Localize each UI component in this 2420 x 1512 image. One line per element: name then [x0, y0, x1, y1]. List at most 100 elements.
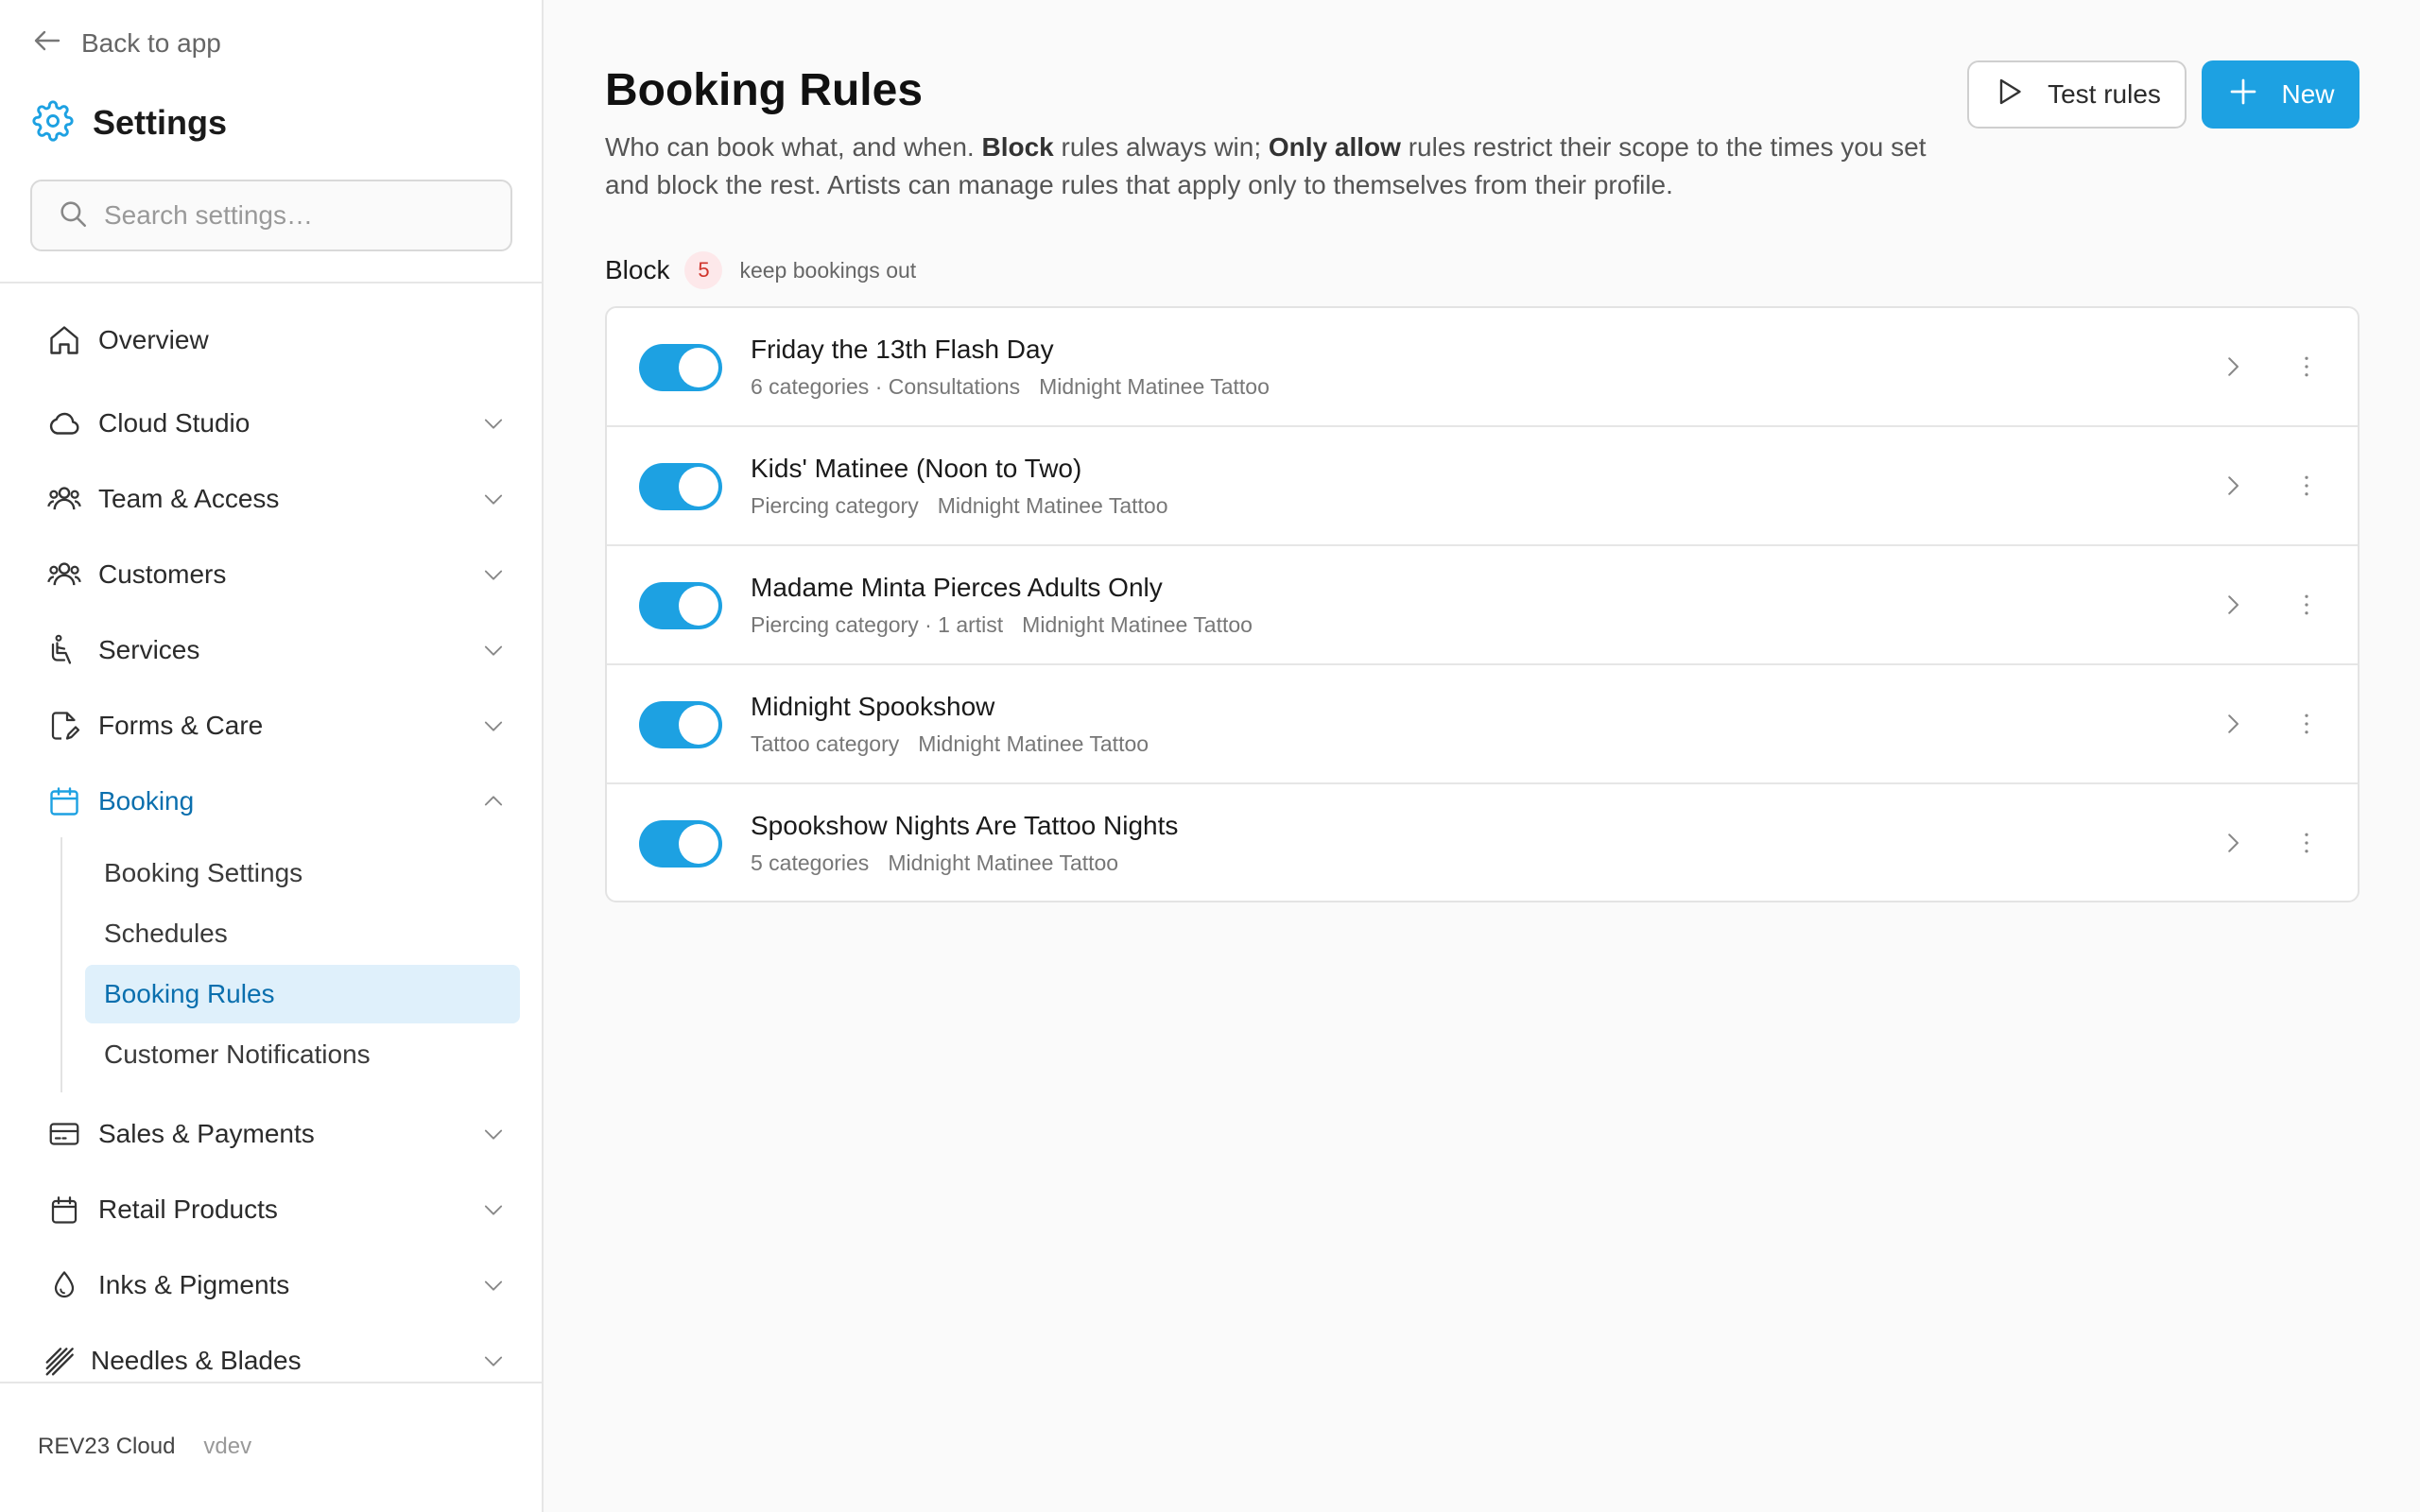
rule-scope: 5 categories	[751, 850, 870, 875]
sidebar-item-label: Retail Products	[98, 1194, 278, 1224]
sidebar-item-label: Team & Access	[98, 484, 280, 513]
sidebar-item-needles-blades[interactable]: Needles & Blades	[42, 1338, 509, 1383]
users-icon	[45, 556, 83, 593]
more-vertical-icon[interactable]	[2286, 346, 2327, 387]
sidebar-subitem-booking-settings[interactable]: Booking Settings	[85, 844, 520, 902]
search-box[interactable]	[30, 180, 512, 251]
sidebar-item-label: Inks & Pigments	[98, 1270, 290, 1299]
rule-name: Midnight Spookshow	[751, 692, 995, 721]
chevron-down-icon	[478, 408, 509, 438]
sidebar-subitem-schedules[interactable]: Schedules	[85, 904, 520, 963]
credit-card-icon	[45, 1115, 83, 1153]
sidebar-divider	[0, 282, 544, 284]
app-version: vdev	[203, 1434, 252, 1459]
sidebar-item-label: Customers	[98, 559, 227, 589]
rule-enabled-toggle[interactable]	[639, 344, 722, 391]
desc-text: Who can book what, and when.	[605, 132, 982, 162]
rule-enabled-toggle[interactable]	[639, 463, 722, 510]
chevron-right-icon[interactable]	[2212, 822, 2254, 864]
block-group-header: Block 5 keep bookings out	[605, 251, 916, 289]
more-vertical-icon[interactable]	[2286, 584, 2327, 626]
sidebar-item-label: Forms & Care	[98, 711, 264, 740]
rule-row[interactable]: Spookshow Nights Are Tattoo Nights 5 cat…	[607, 784, 2358, 901]
settings-sidebar: Back to app Settings Overview Cloud Stud…	[0, 0, 544, 1512]
search-icon	[57, 198, 89, 234]
rule-meta: Piercing category Midnight Matinee Tattoo	[751, 493, 1167, 519]
rule-enabled-toggle[interactable]	[639, 582, 722, 629]
chevron-right-icon[interactable]	[2212, 584, 2254, 626]
home-icon	[45, 321, 83, 359]
rule-meta: Piercing category · 1 artist Midnight Mat…	[751, 612, 1253, 638]
sidebar-item-label: Needles & Blades	[91, 1346, 302, 1375]
rule-enabled-toggle[interactable]	[639, 820, 722, 868]
arrow-left-icon	[32, 26, 62, 62]
play-icon	[1993, 75, 2027, 115]
rule-name: Spookshow Nights Are Tattoo Nights	[751, 811, 1179, 840]
settings-header: Settings	[32, 98, 227, 147]
toggle-knob	[679, 348, 718, 387]
sidebar-footer-divider	[0, 1382, 544, 1383]
more-vertical-icon[interactable]	[2286, 703, 2327, 745]
sidebar-footer: REV23 Cloud vdev	[38, 1433, 251, 1461]
back-to-app-link[interactable]: Back to app	[32, 25, 221, 62]
gear-icon	[32, 99, 74, 146]
sidebar-item-team-access[interactable]: Team & Access	[45, 476, 509, 522]
rule-name: Kids' Matinee (Noon to Two)	[751, 454, 1082, 483]
sidebar-item-sales-payments[interactable]: Sales & Payments	[45, 1111, 509, 1157]
chevron-down-icon	[478, 1119, 509, 1149]
settings-title: Settings	[93, 103, 228, 142]
needles-icon	[42, 1342, 79, 1380]
sidebar-item-retail-products[interactable]: Retail Products	[45, 1187, 509, 1232]
toggle-knob	[679, 586, 718, 626]
chevron-right-icon[interactable]	[2212, 465, 2254, 507]
chevron-right-icon[interactable]	[2212, 703, 2254, 745]
group-description: keep bookings out	[739, 257, 917, 283]
rule-location: Midnight Matinee Tattoo	[918, 731, 1150, 756]
new-rule-button[interactable]: New	[2202, 60, 2360, 129]
rule-row[interactable]: Midnight Spookshow Tattoo category Midnig…	[607, 665, 2358, 784]
sidebar-subitem-customer-notifications[interactable]: Customer Notifications	[85, 1025, 520, 1084]
rule-location: Midnight Matinee Tattoo	[888, 850, 1119, 875]
rule-row[interactable]: Friday the 13th Flash Day 6 categories ·…	[607, 308, 2358, 427]
sidebar-item-forms-care[interactable]: Forms & Care	[45, 703, 509, 748]
rule-scope: Piercing category · 1 artist	[751, 612, 1004, 637]
sidebar-item-services[interactable]: Services	[45, 627, 509, 673]
sidebar-item-booking[interactable]: Booking	[45, 779, 509, 824]
rule-scope: Piercing category	[751, 493, 919, 518]
droplet-icon	[45, 1266, 83, 1304]
sidebar-subitem-booking-rules[interactable]: Booking Rules	[85, 965, 520, 1023]
page-title: Booking Rules	[605, 65, 924, 115]
more-vertical-icon[interactable]	[2286, 465, 2327, 507]
search-input[interactable]	[104, 200, 501, 231]
rule-row[interactable]: Madame Minta Pierces Adults Only Piercin…	[607, 546, 2358, 665]
rule-location: Midnight Matinee Tattoo	[1039, 374, 1270, 399]
rule-row[interactable]: Kids' Matinee (Noon to Two) Piercing cat…	[607, 427, 2358, 546]
more-vertical-icon[interactable]	[2286, 822, 2327, 864]
sidebar-item-label: Sales & Payments	[98, 1119, 315, 1148]
chevron-down-icon	[478, 1194, 509, 1225]
desc-bold-only-allow: Only allow	[1268, 132, 1401, 162]
calendar-icon	[45, 782, 83, 820]
test-rules-button[interactable]: Test rules	[1967, 60, 2187, 129]
users-icon	[45, 480, 83, 518]
rule-location: Midnight Matinee Tattoo	[1022, 612, 1253, 637]
sidebar-item-inks-pigments[interactable]: Inks & Pigments	[45, 1263, 509, 1308]
sidebar-item-label: Overview	[98, 325, 209, 354]
chevron-down-icon	[478, 1346, 509, 1376]
desc-text: rules always win;	[1053, 132, 1269, 162]
group-title: Block	[605, 255, 670, 284]
sidebar-item-cloud-studio[interactable]: Cloud Studio	[45, 401, 509, 446]
sidebar-item-overview[interactable]: Overview	[45, 318, 509, 363]
chevron-down-icon	[478, 559, 509, 590]
chevron-down-icon	[478, 635, 509, 665]
chevron-right-icon[interactable]	[2212, 346, 2254, 387]
rule-enabled-toggle[interactable]	[639, 701, 722, 748]
sidebar-item-label: Cloud Studio	[98, 408, 251, 438]
cloud-icon	[45, 404, 83, 442]
sidebar-item-customers[interactable]: Customers	[45, 552, 509, 597]
toggle-knob	[679, 705, 718, 745]
rules-list: Friday the 13th Flash Day 6 categories ·…	[605, 306, 2360, 902]
chevron-down-icon	[478, 711, 509, 741]
form-edit-icon	[45, 707, 83, 745]
plus-icon	[2226, 75, 2260, 115]
